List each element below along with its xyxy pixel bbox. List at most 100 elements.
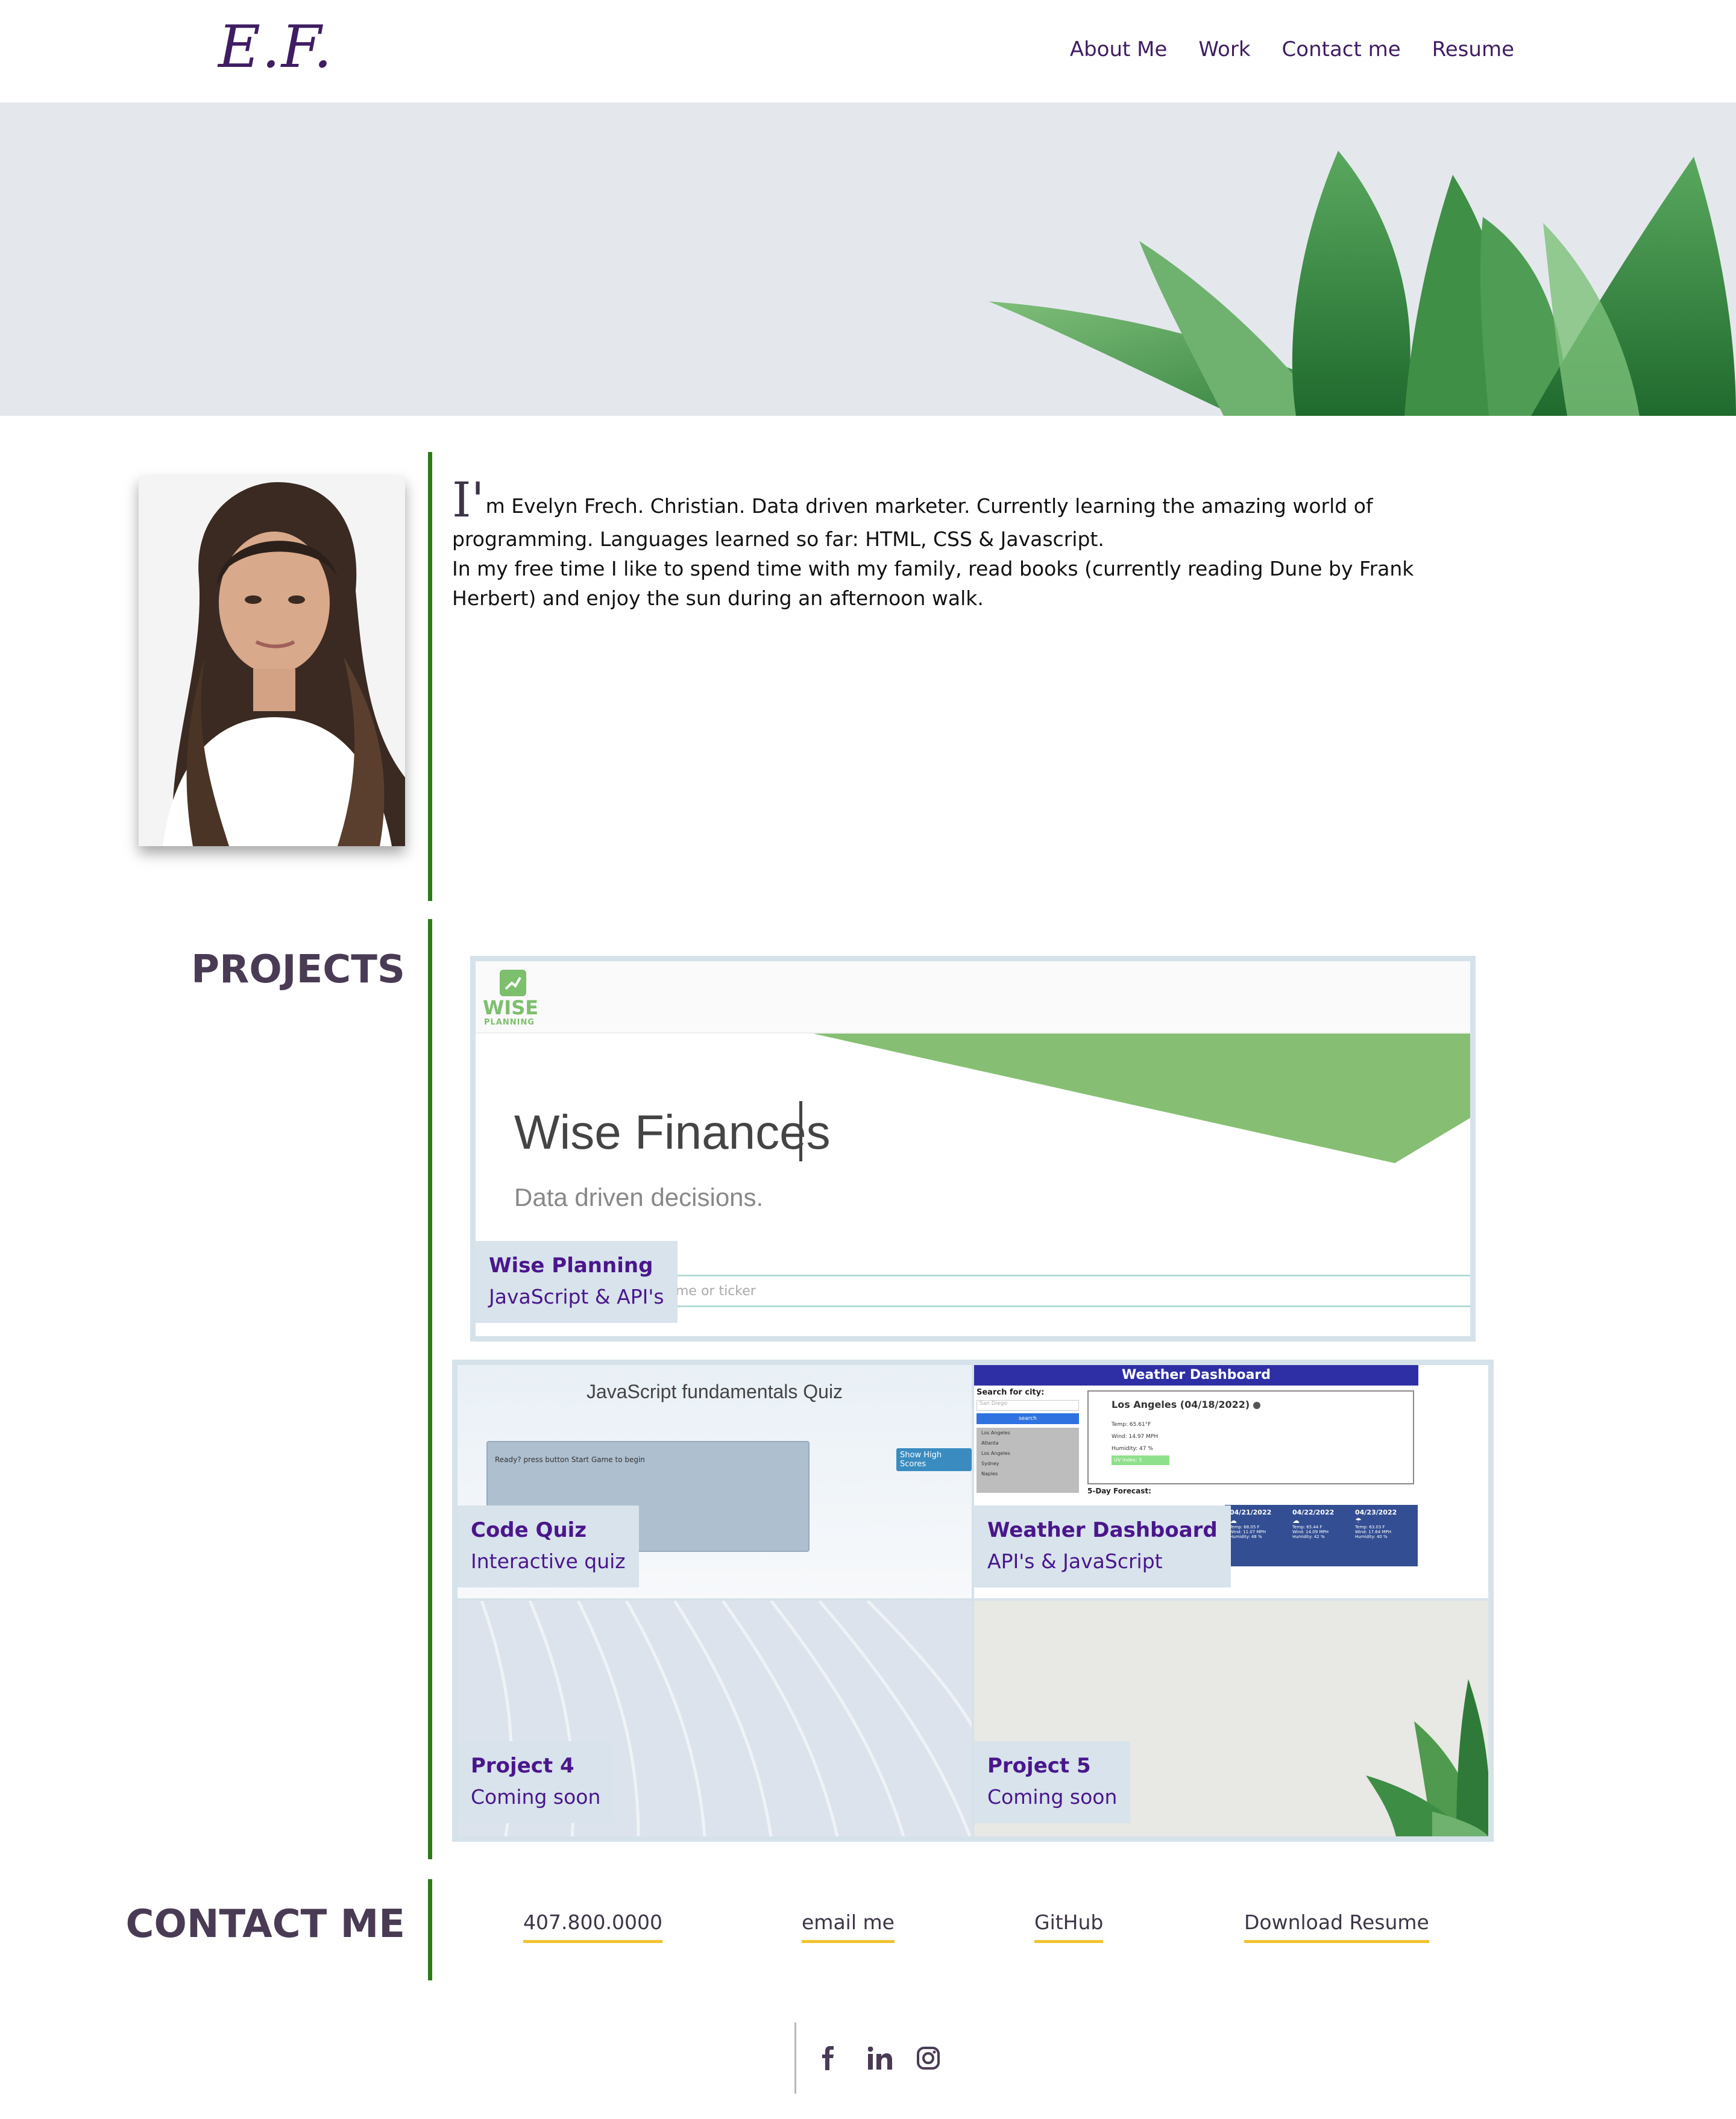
- project-label-project-4: Project 4 Coming soon: [458, 1741, 614, 1823]
- project-label-code-quiz: Code Quiz Interactive quiz: [458, 1505, 639, 1587]
- weather-city-item: Los Angeles: [981, 1451, 1010, 1456]
- project-card-project-5[interactable]: Project 5 Coming soon: [972, 1598, 1494, 1842]
- wise-search-placeholder: me or ticker: [676, 1284, 756, 1299]
- project-title[interactable]: Code Quiz: [471, 1516, 626, 1544]
- chart-logo-icon: [500, 970, 526, 996]
- hero-banner: [0, 102, 1736, 416]
- about-paragraph-1: I'm Evelyn Frech. Christian. Data driven…: [452, 476, 1495, 554]
- moon-icon: [1253, 1401, 1260, 1409]
- about-divider: [428, 452, 432, 901]
- weather-city-list: Los Angeles Atlanta Los Angeles Sydney N…: [976, 1428, 1079, 1493]
- weather-current-stat: Humidity: 47 %: [1112, 1446, 1153, 1452]
- weather-search-input: San Diego: [976, 1400, 1079, 1411]
- project-subtitle: JavaScript & API's: [489, 1285, 664, 1308]
- weather-city-item: Sydney: [981, 1461, 999, 1466]
- project-card-wise-planning[interactable]: WISE PLANNING Wise Finances Data driven …: [470, 956, 1476, 1342]
- linkedin-icon[interactable]: [862, 2040, 898, 2076]
- download-resume-link[interactable]: Download Resume: [1244, 1910, 1429, 1943]
- project-title[interactable]: Wise Planning: [489, 1252, 664, 1279]
- succulent-hero-image: [0, 102, 1736, 416]
- footer-divider: [794, 2023, 796, 2094]
- forecast-date: 04/23/2022: [1355, 1508, 1397, 1516]
- forecast-stat: Humidity: 40 %: [1355, 1534, 1388, 1539]
- project-title[interactable]: Weather Dashboard: [987, 1516, 1218, 1544]
- weather-forecast-row: 04/21/2022 ☁ Temp: 68.05 F Wind: 11.07 M…: [1225, 1505, 1418, 1566]
- project-card-code-quiz[interactable]: JavaScript fundamentals Quiz Ready? pres…: [452, 1360, 974, 1601]
- forecast-stat: Wind: 11.07 MPH: [1230, 1530, 1266, 1534]
- quiz-high-scores-button: Show High Scores: [896, 1448, 972, 1471]
- about-line-1: m Evelyn Frech. Christian. Data driven m…: [452, 494, 1373, 551]
- nav-about-me[interactable]: About Me: [1070, 37, 1168, 61]
- projects-title: PROJECTS: [191, 947, 405, 992]
- quiz-heading: JavaScript fundamentals Quiz: [586, 1381, 843, 1402]
- forecast-stat: Wind: 14.09 MPH: [1292, 1530, 1329, 1534]
- contact-title: CONTACT ME: [125, 1902, 405, 1947]
- logo[interactable]: E.F.: [218, 13, 333, 81]
- wise-tagline: Data driven decisions.: [514, 1183, 764, 1211]
- weather-city-item: Atlanta: [981, 1440, 999, 1446]
- email-link[interactable]: email me: [802, 1910, 895, 1943]
- weather-forecast-day: 04/21/2022 ☁ Temp: 68.05 F Wind: 11.07 M…: [1230, 1508, 1288, 1539]
- wise-preview-header: [476, 961, 1470, 1034]
- site-header: E.F. About Me Work Contact me Resume: [0, 0, 1736, 102]
- cloud-icon: ☁: [1230, 1516, 1237, 1525]
- project-subtitle: Coming soon: [471, 1785, 601, 1809]
- weather-title-bar: Weather Dashboard: [974, 1365, 1418, 1386]
- phone-link[interactable]: 407.800.0000: [523, 1910, 662, 1943]
- forecast-stat: Temp: 68.05 F: [1230, 1525, 1260, 1530]
- project-card-project-4[interactable]: Project 4 Coming soon: [452, 1598, 974, 1842]
- facebook-icon[interactable]: [810, 2040, 846, 2076]
- profile-photo-image: [139, 476, 405, 846]
- instagram-icon[interactable]: [910, 2040, 946, 2076]
- project-card-weather-dashboard[interactable]: Weather Dashboard Search for city: San D…: [972, 1360, 1494, 1601]
- project-subtitle: Coming soon: [987, 1785, 1118, 1809]
- weather-uv-badge: UV Index: 3: [1112, 1455, 1169, 1465]
- weather-current-box: Los Angeles (04/18/2022) Temp: 65.61°F W…: [1087, 1390, 1414, 1484]
- forecast-date: 04/21/2022: [1230, 1508, 1272, 1516]
- quiz-prompt: Ready? press button Start Game to begin: [495, 1455, 645, 1464]
- project-title[interactable]: Project 5: [987, 1752, 1117, 1780]
- project-label-weather-dashboard: Weather Dashboard API's & JavaScript: [974, 1505, 1231, 1587]
- linkedin-icon-glyph: [868, 2047, 892, 2070]
- nav-work[interactable]: Work: [1198, 37, 1250, 61]
- about-paragraph-2: In my free time I like to spend time wit…: [452, 557, 1414, 610]
- weather-current-stat: Wind: 14.97 MPH: [1112, 1434, 1159, 1440]
- profile-photo: [139, 476, 405, 846]
- forecast-stat: Wind: 17.64 MPH: [1355, 1530, 1391, 1534]
- instagram-icon-glyph: [917, 2047, 940, 2070]
- github-link[interactable]: GitHub: [1034, 1910, 1104, 1943]
- cloud-icon: ☁: [1292, 1516, 1300, 1525]
- forecast-stat: Temp: 65.44 F: [1292, 1525, 1322, 1530]
- contact-links: 407.800.0000 email me GitHub Download Re…: [446, 1910, 1471, 1953]
- drop-cap: I': [452, 472, 485, 528]
- forecast-date: 04/22/2022: [1292, 1508, 1335, 1516]
- facebook-icon-glyph: [822, 2046, 834, 2070]
- contact-divider: [428, 1879, 432, 1980]
- nav-resume[interactable]: Resume: [1432, 37, 1514, 61]
- forecast-stat: Temp: 63.03 F: [1355, 1525, 1385, 1530]
- weather-current-city: Los Angeles (04/18/2022): [1112, 1399, 1260, 1410]
- project-subtitle: Interactive quiz: [471, 1549, 626, 1573]
- weather-forecast-day: 04/22/2022 ☁ Temp: 65.44 F Wind: 14.09 M…: [1292, 1508, 1350, 1539]
- weather-current-city-label: Los Angeles (04/18/2022): [1112, 1399, 1250, 1410]
- weather-forecast-label: 5-Day Forecast:: [1087, 1487, 1151, 1495]
- text-cursor-icon: [799, 1101, 802, 1161]
- projects-divider: [428, 919, 432, 1859]
- wise-heading: Wise Finances: [514, 1105, 831, 1159]
- project-label-project-5: Project 5 Coming soon: [974, 1741, 1131, 1823]
- weather-city-item: Naples: [981, 1471, 998, 1477]
- weather-search-label: Search for city:: [976, 1388, 1045, 1397]
- forecast-stat: Humidity: 42 %: [1292, 1534, 1325, 1539]
- project-subtitle: API's & JavaScript: [987, 1549, 1163, 1573]
- weather-current-stat: Temp: 65.61°F: [1112, 1422, 1151, 1428]
- wise-brand-sub: PLANNING: [484, 1018, 535, 1027]
- about-text: I'm Evelyn Frech. Christian. Data driven…: [452, 476, 1495, 613]
- rain-cloud-icon: ☂: [1355, 1516, 1362, 1525]
- project-title[interactable]: Project 4: [471, 1752, 600, 1780]
- weather-forecast-day: 04/23/2022 ☂ Temp: 63.03 F Wind: 17.64 M…: [1355, 1508, 1413, 1539]
- nav-contact-me[interactable]: Contact me: [1282, 37, 1401, 61]
- main-nav: About Me Work Contact me Resume: [1070, 37, 1514, 61]
- wise-brand: WISE: [483, 996, 539, 1019]
- weather-search-button: search: [976, 1413, 1079, 1424]
- forecast-stat: Humidity: 48 %: [1230, 1534, 1262, 1539]
